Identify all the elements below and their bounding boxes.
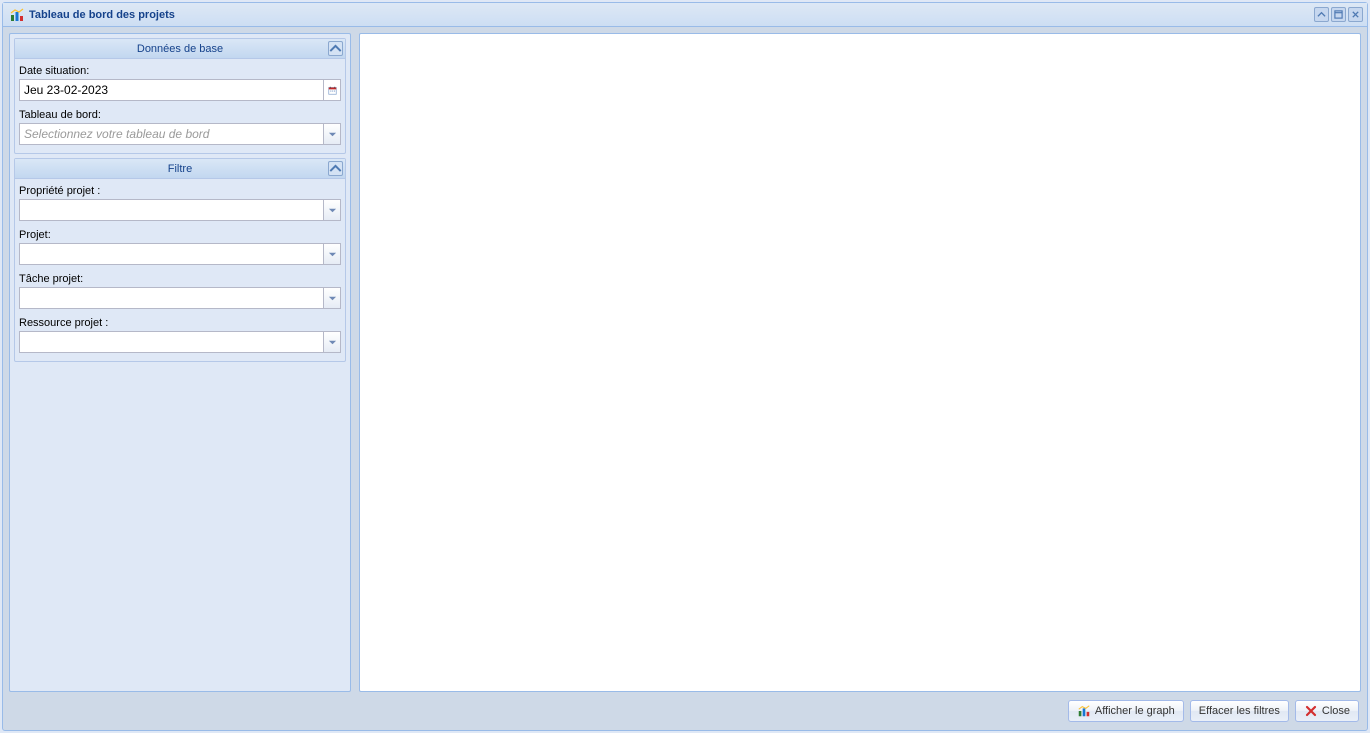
sidebar: Données de base Date situation: xyxy=(9,33,351,692)
fieldset-filter-body: Propriété projet : Projet: xyxy=(15,179,345,361)
form-row-project: Projet: xyxy=(19,229,341,265)
chart-icon xyxy=(9,7,25,23)
clear-filters-button[interactable]: Effacer les filtres xyxy=(1190,700,1289,722)
main-graph-area xyxy=(359,33,1361,692)
chevron-down-icon[interactable] xyxy=(323,124,340,144)
form-row-resource: Ressource projet : xyxy=(19,317,341,353)
collapse-up-icon[interactable] xyxy=(1314,7,1329,22)
close-label: Close xyxy=(1322,705,1350,717)
fieldset-filter-header: Filtre xyxy=(15,159,345,179)
task-input[interactable] xyxy=(20,288,323,308)
show-graph-button[interactable]: Afficher le graph xyxy=(1068,700,1184,722)
task-label: Tâche projet: xyxy=(19,273,341,285)
resource-input[interactable] xyxy=(20,332,323,352)
resource-label: Ressource projet : xyxy=(19,317,341,329)
chevron-down-icon[interactable] xyxy=(323,200,340,220)
form-row-dashboard: Tableau de bord: xyxy=(19,109,341,145)
form-row-property: Propriété projet : xyxy=(19,185,341,221)
fieldset-filter: Filtre Propriété projet : xyxy=(14,158,346,362)
project-combo[interactable] xyxy=(19,243,341,265)
dashboard-input[interactable] xyxy=(20,124,323,144)
chevron-down-icon[interactable] xyxy=(323,288,340,308)
date-situation-label: Date situation: xyxy=(19,65,341,77)
show-graph-label: Afficher le graph xyxy=(1095,705,1175,717)
project-input[interactable] xyxy=(20,244,323,264)
chevron-down-icon[interactable] xyxy=(323,244,340,264)
task-combo[interactable] xyxy=(19,287,341,309)
collapse-up-icon[interactable] xyxy=(328,161,343,176)
maximize-icon[interactable] xyxy=(1331,7,1346,22)
date-situation-input[interactable] xyxy=(20,80,323,100)
resource-combo[interactable] xyxy=(19,331,341,353)
collapse-up-icon[interactable] xyxy=(328,41,343,56)
property-input[interactable] xyxy=(20,200,323,220)
window-body: Données de base Date situation: xyxy=(3,27,1367,730)
window-project-dashboard: Tableau de bord des projets Données de b… xyxy=(2,2,1368,731)
clear-filters-label: Effacer les filtres xyxy=(1199,705,1280,717)
fieldset-base-title: Données de base xyxy=(137,43,223,55)
chevron-down-icon[interactable] xyxy=(323,332,340,352)
date-situation-field[interactable] xyxy=(19,79,341,101)
chart-icon xyxy=(1077,704,1091,718)
property-combo[interactable] xyxy=(19,199,341,221)
content-area: Données de base Date situation: xyxy=(9,33,1361,692)
window-title: Tableau de bord des projets xyxy=(29,9,1314,21)
footer-toolbar: Afficher le graph Effacer les filtres Cl… xyxy=(9,698,1361,724)
dashboard-label: Tableau de bord: xyxy=(19,109,341,121)
close-icon[interactable] xyxy=(1348,7,1363,22)
titlebar: Tableau de bord des projets xyxy=(3,3,1367,27)
fieldset-filter-title: Filtre xyxy=(168,163,192,175)
property-label: Propriété projet : xyxy=(19,185,341,197)
form-row-task: Tâche projet: xyxy=(19,273,341,309)
project-label: Projet: xyxy=(19,229,341,241)
fieldset-base-header: Données de base xyxy=(15,39,345,59)
dashboard-combo[interactable] xyxy=(19,123,341,145)
calendar-icon[interactable] xyxy=(323,80,340,100)
close-button[interactable]: Close xyxy=(1295,700,1359,722)
close-icon xyxy=(1304,704,1318,718)
fieldset-base-body: Date situation: Tableau de bord: xyxy=(15,59,345,153)
fieldset-base-data: Données de base Date situation: xyxy=(14,38,346,154)
window-tools xyxy=(1314,7,1363,22)
form-row-date: Date situation: xyxy=(19,65,341,101)
